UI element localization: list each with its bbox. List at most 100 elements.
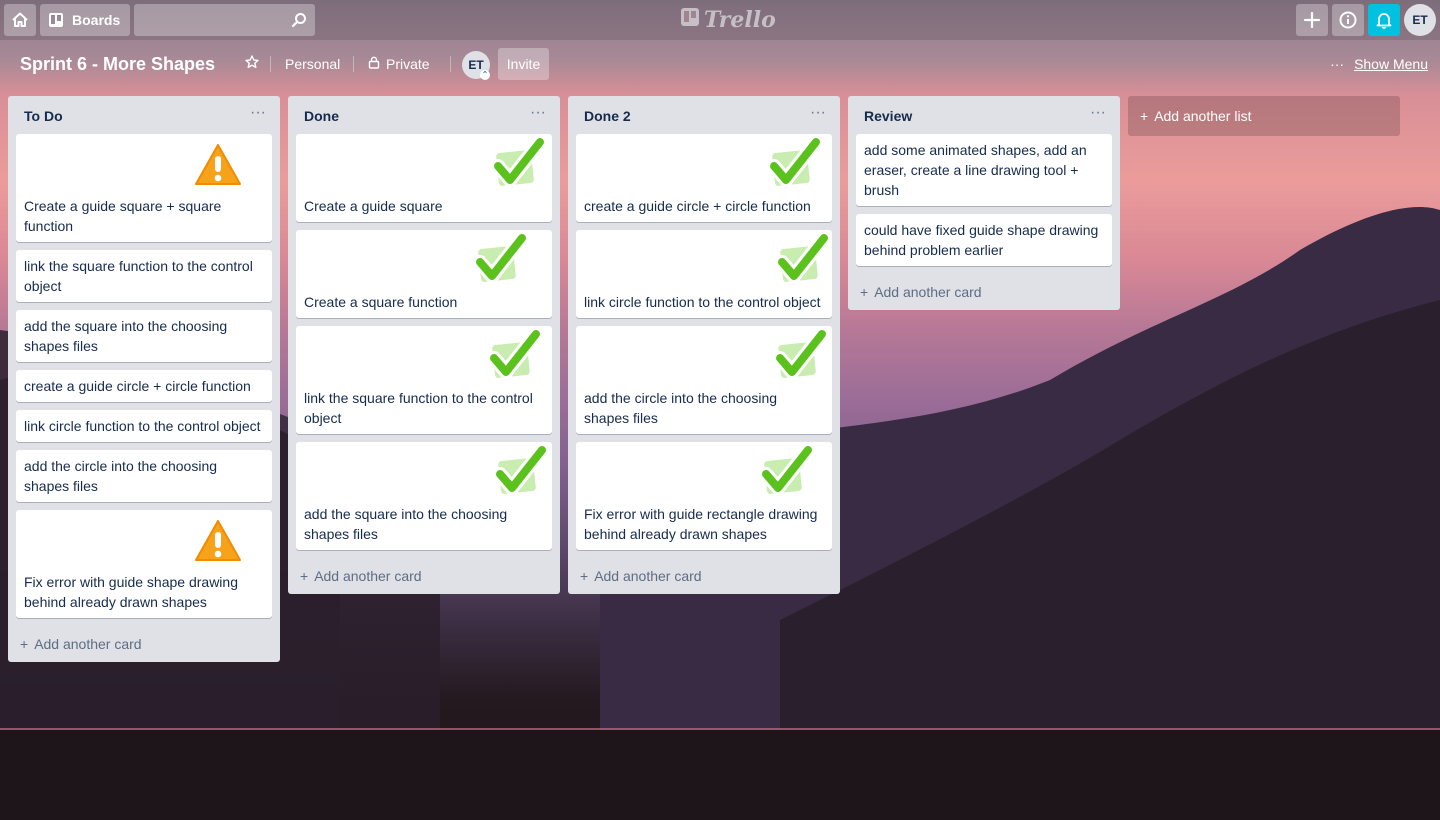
show-menu-label: Show Menu — [1354, 56, 1428, 72]
card[interactable]: Create a guide square — [296, 134, 552, 222]
admin-chevron-icon: ⌃ — [480, 70, 490, 80]
team-label: Personal — [285, 56, 341, 72]
show-menu-button[interactable]: ··· Show Menu — [1326, 48, 1432, 80]
trello-logo-text: Trello — [704, 7, 776, 33]
plus-icon: + — [300, 568, 309, 584]
plus-icon — [1304, 12, 1320, 28]
card-title: link the square function to the control … — [24, 258, 253, 294]
team-button[interactable]: Personal — [277, 48, 348, 80]
card-title: Create a square function — [304, 294, 458, 310]
search-field[interactable] — [134, 4, 315, 36]
plus-icon: + — [860, 284, 869, 300]
warning-sticker-icon — [188, 512, 248, 570]
member-avatar[interactable]: ET ⌃ — [462, 51, 490, 80]
checkmark-sticker-icon — [754, 443, 815, 502]
boards-label: Boards — [72, 12, 121, 28]
card-title: link circle function to the control obje… — [584, 294, 821, 310]
plus-icon: + — [20, 636, 29, 652]
card-title: add the circle into the choosing shapes … — [584, 390, 778, 426]
card[interactable]: Fix error with guide shape drawing behin… — [16, 510, 272, 618]
card[interactable]: could have fixed guide shape drawing beh… — [856, 214, 1112, 266]
notifications-button[interactable] — [1368, 4, 1400, 36]
card-title: add the square into the choosing shapes … — [24, 318, 228, 354]
card-title: Create a guide square + square function — [24, 198, 222, 234]
list-menu-icon[interactable]: ··· — [1086, 104, 1110, 128]
list-to-do: To Do ··· Create a guide square + square… — [8, 96, 280, 662]
create-button[interactable] — [1296, 4, 1328, 36]
home-icon — [11, 11, 29, 29]
checkmark-sticker-icon — [770, 231, 831, 290]
card[interactable]: link the square function to the control … — [16, 250, 272, 302]
card[interactable]: add the square into the choosing shapes … — [296, 442, 552, 550]
board-header: Sprint 6 - More Shapes Personal Private … — [0, 40, 1440, 88]
more-icon: ··· — [1330, 56, 1345, 72]
add-card-button[interactable]: + Add another card — [8, 626, 280, 662]
list-title[interactable]: Done 2 — [584, 108, 631, 124]
plus-icon: + — [580, 568, 589, 584]
home-button[interactable] — [4, 4, 36, 36]
card[interactable]: add the square into the choosing shapes … — [16, 310, 272, 362]
list-title[interactable]: To Do — [24, 108, 63, 124]
information-button[interactable] — [1332, 4, 1364, 36]
search-icon[interactable] — [291, 12, 307, 33]
card-title: add the square into the choosing shapes … — [304, 506, 508, 542]
card-title: link circle function to the control obje… — [24, 418, 261, 434]
list-done: Done ··· Create a guide square Create a … — [288, 96, 560, 594]
list-title[interactable]: Done — [304, 108, 339, 124]
board-title[interactable]: Sprint 6 - More Shapes — [12, 48, 223, 80]
card[interactable]: Create a guide square + square function — [16, 134, 272, 242]
user-avatar[interactable]: ET — [1404, 4, 1436, 36]
card-title: could have fixed guide shape drawing beh… — [864, 222, 1099, 258]
card-title: Create a guide square — [304, 198, 443, 214]
add-card-button[interactable]: + Add another card — [288, 558, 560, 594]
checkmark-sticker-icon — [486, 135, 547, 194]
list-header[interactable]: Done 2 ··· — [568, 96, 840, 134]
visibility-button[interactable]: Private — [360, 48, 438, 80]
visibility-label: Private — [386, 56, 430, 72]
search-input[interactable] — [134, 4, 315, 36]
checkmark-sticker-icon — [762, 135, 823, 194]
list-header[interactable]: Review ··· — [848, 96, 1120, 134]
add-card-button[interactable]: + Add another card — [568, 558, 840, 594]
add-list-button[interactable]: + Add another list — [1128, 96, 1400, 136]
list-menu-icon[interactable]: ··· — [806, 104, 830, 128]
card-title: create a guide circle + circle function — [24, 378, 251, 394]
card[interactable]: create a guide circle + circle function — [16, 370, 272, 402]
header-divider — [353, 56, 354, 72]
list-header[interactable]: To Do ··· — [8, 96, 280, 134]
checkmark-sticker-icon — [768, 327, 829, 386]
card[interactable]: add some animated shapes, add an eraser,… — [856, 134, 1112, 206]
card-title: Fix error with guide rectangle drawing b… — [584, 506, 818, 542]
trello-logo-icon — [680, 7, 700, 33]
card[interactable]: Fix error with guide rectangle drawing b… — [576, 442, 832, 550]
list-menu-icon[interactable]: ··· — [526, 104, 550, 128]
add-card-label: Add another card — [874, 284, 982, 300]
checkmark-sticker-icon — [482, 327, 543, 386]
star-board-button[interactable] — [238, 48, 266, 80]
header-divider — [270, 56, 271, 72]
list-done-2: Done 2 ··· create a guide circle + circl… — [568, 96, 840, 594]
plus-icon: + — [1140, 108, 1149, 124]
card[interactable]: Create a square function — [296, 230, 552, 318]
card[interactable]: add the circle into the choosing shapes … — [576, 326, 832, 434]
boards-icon — [48, 12, 64, 28]
bell-icon — [1376, 11, 1392, 29]
card[interactable]: create a guide circle + circle function — [576, 134, 832, 222]
card[interactable]: link circle function to the control obje… — [16, 410, 272, 442]
list-title[interactable]: Review — [864, 108, 912, 124]
checkmark-sticker-icon — [488, 443, 549, 502]
list-review: Review ··· add some animated shapes, add… — [848, 96, 1120, 310]
top-navigation-bar: Boards Trello ET — [0, 0, 1440, 40]
card-title: create a guide circle + circle function — [584, 198, 811, 214]
info-icon — [1339, 11, 1357, 29]
invite-label: Invite — [506, 56, 541, 72]
card[interactable]: link the square function to the control … — [296, 326, 552, 434]
list-menu-icon[interactable]: ··· — [246, 104, 270, 128]
add-card-button[interactable]: + Add another card — [848, 274, 1120, 310]
card[interactable]: add the circle into the choosing shapes … — [16, 450, 272, 502]
card[interactable]: link circle function to the control obje… — [576, 230, 832, 318]
boards-button[interactable]: Boards — [40, 4, 130, 36]
invite-button[interactable]: Invite — [498, 48, 549, 80]
trello-logo[interactable]: Trello — [680, 6, 776, 34]
list-header[interactable]: Done ··· — [288, 96, 560, 134]
